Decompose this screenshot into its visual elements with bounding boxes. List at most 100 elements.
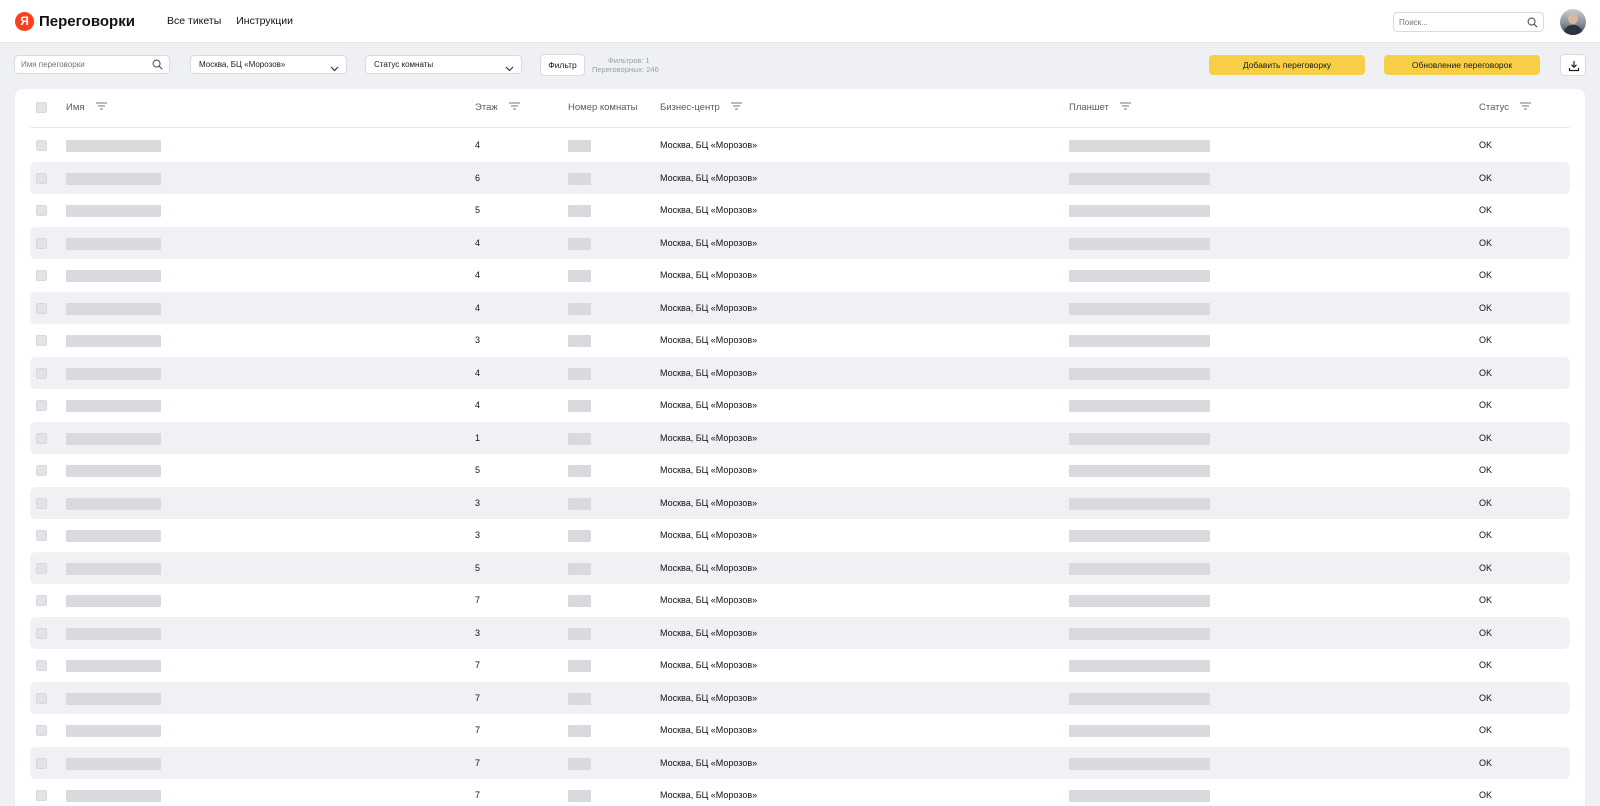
user-avatar[interactable] xyxy=(1560,9,1586,35)
row-checkbox[interactable] xyxy=(36,270,47,281)
tablet-placeholder xyxy=(1069,270,1210,282)
room-search[interactable] xyxy=(14,55,170,74)
floor-cell: 6 xyxy=(475,172,481,183)
row-checkbox[interactable] xyxy=(36,530,47,541)
table-row[interactable]: 7 Москва, БЦ «Морозов» OK xyxy=(30,746,1570,779)
sort-icon[interactable] xyxy=(1520,102,1532,113)
room-number-placeholder xyxy=(568,205,591,217)
search-icon[interactable] xyxy=(152,59,163,72)
table-row[interactable]: 5 Москва, БЦ «Морозов» OK xyxy=(30,454,1570,487)
row-checkbox[interactable] xyxy=(36,465,47,476)
tablet-placeholder xyxy=(1069,302,1210,315)
column-floor[interactable]: Этаж xyxy=(475,102,520,113)
row-checkbox[interactable] xyxy=(36,725,47,736)
table-row[interactable]: 3 Москва, БЦ «Морозов» OK xyxy=(30,486,1570,519)
table-row[interactable]: 7 Москва, БЦ «Морозов» OK xyxy=(30,681,1570,714)
status-cell: OK xyxy=(1479,140,1493,150)
column-name[interactable]: Имя xyxy=(66,102,107,113)
table-row[interactable]: 4 Москва, БЦ «Морозов» OK xyxy=(30,291,1570,324)
room-status-select[interactable]: Статус комнаты xyxy=(365,55,522,74)
status-cell: OK xyxy=(1479,627,1493,638)
room-name-placeholder xyxy=(66,400,161,412)
status-cell: OK xyxy=(1479,725,1493,735)
tablet-placeholder xyxy=(1069,757,1210,770)
row-checkbox[interactable] xyxy=(36,627,47,639)
table-row[interactable]: 1 Москва, БЦ «Морозов» OK xyxy=(30,421,1570,454)
table-row[interactable]: 4 Москва, БЦ «Морозов» OK xyxy=(30,129,1570,162)
table-row[interactable]: 4 Москва, БЦ «Морозов» OK xyxy=(30,389,1570,422)
nav-all-tickets[interactable]: Все тикеты xyxy=(167,15,221,27)
chevron-down-icon xyxy=(330,61,339,78)
row-checkbox[interactable] xyxy=(36,335,47,346)
table-row[interactable]: 3 Москва, БЦ «Морозов» OK xyxy=(30,324,1570,357)
column-business-center[interactable]: Бизнес-центр xyxy=(660,102,742,113)
row-checkbox[interactable] xyxy=(36,757,47,769)
room-number-placeholder xyxy=(568,725,591,737)
room-number-placeholder xyxy=(568,237,591,250)
table-row[interactable]: 5 Москва, БЦ «Морозов» OK xyxy=(30,194,1570,227)
row-checkbox[interactable] xyxy=(36,692,47,704)
row-checkbox[interactable] xyxy=(36,497,47,509)
table-row[interactable]: 6 Москва, БЦ «Морозов» OK xyxy=(30,161,1570,194)
sort-icon[interactable] xyxy=(730,102,742,113)
table-row[interactable]: 7 Москва, БЦ «Морозов» OK xyxy=(30,714,1570,747)
nav-instructions[interactable]: Инструкции xyxy=(236,15,293,27)
export-button[interactable] xyxy=(1560,54,1586,76)
row-checkbox[interactable] xyxy=(36,237,47,249)
table-row[interactable]: 7 Москва, БЦ «Морозов» OK xyxy=(30,584,1570,617)
row-checkbox[interactable] xyxy=(36,367,47,379)
global-search[interactable] xyxy=(1393,12,1544,32)
room-number-placeholder xyxy=(568,400,591,412)
table-row[interactable]: 3 Москва, БЦ «Морозов» OK xyxy=(30,519,1570,552)
row-checkbox[interactable] xyxy=(36,432,47,444)
update-rooms-button[interactable]: Обновление переговорок xyxy=(1384,55,1540,75)
table-header: Имя Этаж Номер комнаты Бизнес-центр План… xyxy=(30,89,1570,128)
column-status[interactable]: Статус xyxy=(1479,102,1532,113)
table-row[interactable]: 3 Москва, БЦ «Морозов» OK xyxy=(30,616,1570,649)
global-search-input[interactable] xyxy=(1394,13,1514,31)
add-room-button[interactable]: Добавить переговорку xyxy=(1209,55,1365,75)
room-number-placeholder xyxy=(568,432,591,445)
room-number-placeholder xyxy=(568,790,591,802)
table-row[interactable]: 5 Москва, БЦ «Морозов» OK xyxy=(30,551,1570,584)
column-tablet[interactable]: Планшет xyxy=(1069,102,1131,113)
main-nav: Все тикеты Инструкции xyxy=(167,15,308,27)
row-checkbox[interactable] xyxy=(36,205,47,216)
sort-icon[interactable] xyxy=(508,102,520,113)
room-number-placeholder xyxy=(568,172,591,185)
rooms-table: Имя Этаж Номер комнаты Бизнес-центр План… xyxy=(15,89,1585,806)
floor-cell: 7 xyxy=(475,790,481,800)
room-number-placeholder xyxy=(568,335,591,347)
row-checkbox[interactable] xyxy=(36,595,47,606)
row-checkbox[interactable] xyxy=(36,302,47,314)
sort-icon[interactable] xyxy=(95,102,107,113)
table-row[interactable]: 4 Москва, БЦ «Морозов» OK xyxy=(30,259,1570,292)
search-icon[interactable] xyxy=(1527,17,1538,30)
room-search-input[interactable] xyxy=(15,56,145,73)
filter-button[interactable]: Фильтр xyxy=(540,54,585,76)
row-checkbox[interactable] xyxy=(36,172,47,184)
column-room-number[interactable]: Номер комнаты xyxy=(568,102,637,113)
row-checkbox[interactable] xyxy=(36,400,47,411)
sort-icon[interactable] xyxy=(1119,102,1131,113)
floor-cell: 5 xyxy=(475,465,481,475)
table-row[interactable]: 4 Москва, БЦ «Морозов» OK xyxy=(30,226,1570,259)
room-name-placeholder xyxy=(66,692,161,705)
tablet-placeholder xyxy=(1069,562,1210,575)
row-checkbox[interactable] xyxy=(36,140,47,151)
table-row[interactable]: 7 Москва, БЦ «Морозов» OK xyxy=(30,649,1570,682)
room-name-placeholder xyxy=(66,790,161,802)
table-row[interactable]: 4 Москва, БЦ «Морозов» OK xyxy=(30,356,1570,389)
select-all-checkbox[interactable] xyxy=(36,102,47,113)
row-checkbox[interactable] xyxy=(36,562,47,574)
room-number-placeholder xyxy=(568,465,591,477)
app-logo[interactable]: Я Переговорки xyxy=(15,12,135,31)
tablet-placeholder xyxy=(1069,497,1210,510)
location-select[interactable]: Москва, БЦ «Морозов» xyxy=(190,55,347,74)
row-checkbox[interactable] xyxy=(36,660,47,671)
status-cell: OK xyxy=(1479,172,1493,183)
floor-cell: 4 xyxy=(475,140,481,150)
room-name-placeholder xyxy=(66,302,161,315)
row-checkbox[interactable] xyxy=(36,790,47,801)
table-row[interactable]: 7 Москва, БЦ «Морозов» OK xyxy=(30,779,1570,806)
